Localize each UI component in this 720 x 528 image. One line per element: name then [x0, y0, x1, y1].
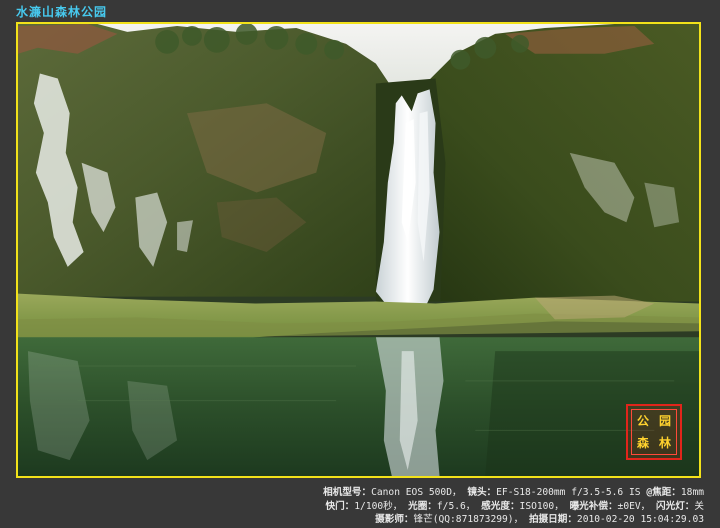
seal-char: 公 — [636, 414, 649, 428]
photographer-label: 摄影师： — [375, 514, 414, 525]
exif-line-credit: 摄影师：锋芒(QQ:871873299)， 拍摄日期：2010-02-20 15… — [64, 513, 704, 527]
exif-line-camera: 相机型号：Canon EOS 500D， 镜头：EF-S18-200mm f/3… — [64, 486, 704, 500]
shutter-label: 快门： — [325, 500, 355, 512]
lens-value: EF-S18-200mm f/3.5-5.6 IS — [496, 487, 647, 498]
seal-char: 林 — [658, 436, 671, 450]
aperture-label: 光圈： — [408, 500, 437, 512]
focal-label: @焦距： — [646, 487, 681, 498]
aperture-value: f/5.6， — [436, 500, 476, 512]
camera-value: Canon EOS 500D， — [371, 487, 462, 498]
photo — [16, 22, 701, 478]
focal-value: 18mm — [680, 487, 704, 498]
exif-info: 相机型号：Canon EOS 500D， 镜头：EF-S18-200mm f/3… — [64, 486, 704, 527]
artist-seal: 公 园 森 林 — [626, 404, 682, 460]
flash-label: 闪光灯： — [656, 500, 695, 512]
lens-label: 镜头： — [467, 487, 497, 498]
photographer-value: 锋芒(QQ:871873299)， — [413, 514, 524, 525]
camera-label: 相机型号： — [323, 487, 372, 498]
waterfall-lake-photo — [18, 24, 699, 476]
date-value: 2010-02-20 15:04:29.03 — [576, 514, 704, 525]
flash-value: 关 — [694, 500, 704, 512]
exif-line-exposure: 快门：1/100秒， 光圈：f/5.6， 感光度：ISO100， 曝光补偿：±0… — [64, 500, 704, 514]
shutter-value: 1/100秒， — [354, 500, 403, 512]
iso-label: 感光度： — [481, 500, 520, 512]
date-label: 拍摄日期： — [528, 514, 577, 525]
seal-char: 园 — [658, 414, 671, 428]
seal-grid: 公 园 森 林 — [631, 409, 677, 455]
ev-label: 曝光补偿： — [569, 500, 618, 512]
seal-char: 森 — [636, 436, 649, 450]
iso-value: ISO100， — [519, 500, 564, 512]
page-title: 水濂山森林公园 — [16, 5, 108, 19]
ev-value: ±0EV， — [617, 500, 651, 512]
